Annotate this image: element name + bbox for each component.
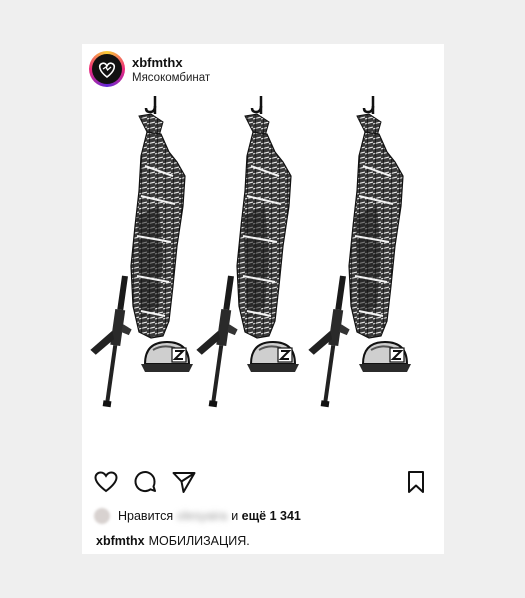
likes-connector: и — [231, 509, 239, 523]
caption-text: МОБИЛИЗАЦИЯ. — [148, 534, 250, 548]
post-header: xbfmthx Мясокомбинат — [82, 44, 444, 96]
heart-logo-icon — [98, 62, 116, 79]
likes-summary[interactable]: Нравится olesyaira и ещё 1 341 — [94, 508, 301, 526]
post-caption: xbfmthx МОБИЛИЗАЦИЯ. — [96, 534, 250, 548]
comment-icon[interactable] — [131, 468, 159, 496]
post-location[interactable]: Мясокомбинат — [132, 72, 210, 84]
paper-plane-icon[interactable] — [170, 468, 198, 496]
avatar[interactable] — [92, 54, 122, 84]
caption-username[interactable]: xbfmthx — [96, 534, 145, 548]
action-bar — [82, 468, 444, 498]
story-ring[interactable] — [89, 51, 125, 87]
liker-name[interactable]: olesyaira — [177, 509, 227, 523]
likes-count[interactable]: ещё 1 341 — [242, 509, 301, 523]
heart-icon[interactable] — [92, 468, 120, 496]
bookmark-icon[interactable] — [402, 468, 430, 496]
likes-prefix: Нравится — [118, 509, 174, 523]
post-username[interactable]: xbfmthx — [132, 55, 183, 70]
post-image[interactable] — [82, 96, 444, 458]
liker-avatar — [94, 508, 110, 524]
post-card: xbfmthx Мясокомбинат Нравится olesyaira … — [82, 44, 444, 554]
